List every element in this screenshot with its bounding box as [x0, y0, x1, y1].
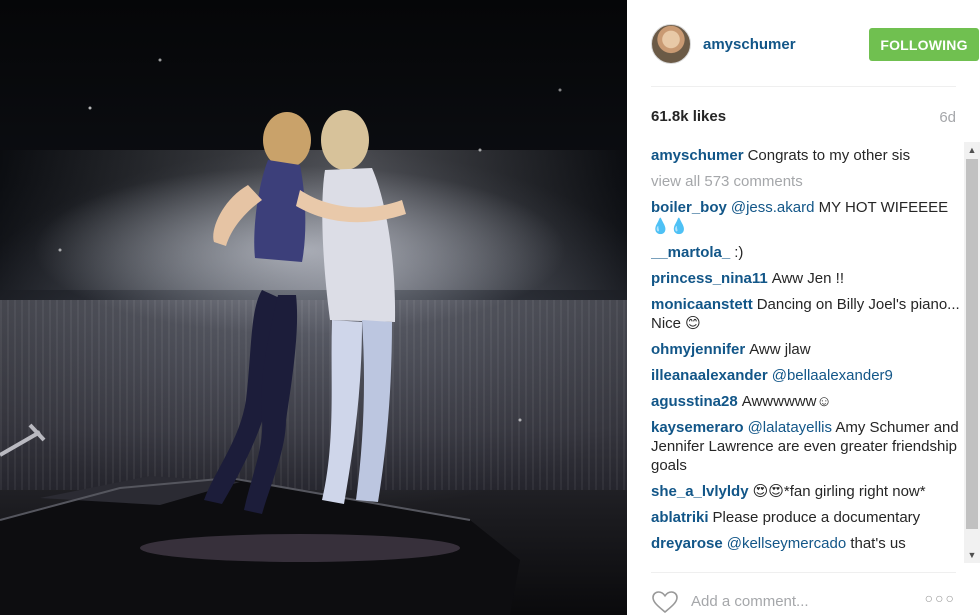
comment-item: ohmyjennifer Aww jlaw	[651, 340, 963, 359]
caption-text: Congrats to my other sis	[747, 147, 911, 164]
person-left-vest	[254, 160, 306, 262]
comment-text: Aww Jen !!	[771, 270, 844, 287]
comments-scrollbar[interactable]: ▲ ▼	[964, 142, 980, 563]
comment-mention[interactable]: @lalatayellis	[748, 419, 832, 436]
view-all-comments-link[interactable]: view all 573 comments	[651, 172, 963, 191]
post-photo[interactable]	[0, 0, 627, 615]
add-comment-input[interactable]	[691, 590, 911, 612]
comment-author[interactable]: ohmyjennifer	[651, 341, 745, 358]
comment-author[interactable]: monicaanstett	[651, 296, 753, 313]
comment-item: princess_nina11 Aww Jen !!	[651, 269, 963, 288]
microphone-stand	[0, 423, 46, 457]
person-right-hair	[321, 110, 369, 170]
scrollbar-thumb[interactable]	[966, 159, 978, 529]
comment-author[interactable]: she_a_lvlyldy	[651, 483, 749, 500]
comment-item: dreyarose @kellseymercado that's us	[651, 534, 963, 553]
comment-author[interactable]: dreyarose	[651, 535, 723, 552]
photo-figures	[0, 58, 562, 615]
comment-item: ablatriki Please produce a documentary	[651, 508, 963, 527]
comment-item: she_a_lvlyldy 😍😍*fan girling right now*	[651, 482, 963, 501]
comment-text: Awwwwww☺	[741, 393, 832, 410]
heart-icon[interactable]	[651, 590, 679, 614]
comment-mention[interactable]: @jess.akard	[731, 199, 815, 216]
post-header: amyschumer FOLLOWING	[651, 22, 979, 70]
piano-reflection	[140, 534, 460, 562]
comment-author[interactable]: kaysemeraro	[651, 419, 744, 436]
person-right-leg-back	[322, 320, 362, 504]
person-left-hair	[263, 112, 311, 168]
header-divider	[651, 86, 956, 87]
comment-text: that's us	[850, 535, 906, 552]
footer-divider	[651, 572, 956, 573]
comment-author[interactable]: agusstina28	[651, 393, 738, 410]
caption: amyschumer Congrats to my other sis	[651, 146, 963, 165]
comment-text: 😍😍*fan girling right now*	[752, 483, 926, 500]
following-button[interactable]: FOLLOWING	[869, 28, 979, 61]
comment-text: :)	[734, 244, 744, 261]
comment-item: illeanaalexander @bellaalexander9	[651, 366, 963, 385]
comment-item: agusstina28 Awwwwww☺	[651, 392, 963, 411]
likes-count[interactable]: 61.8k likes	[651, 108, 726, 125]
username-link[interactable]: amyschumer	[703, 36, 796, 53]
caption-author[interactable]: amyschumer	[651, 147, 744, 164]
comments-list: amyschumer Congrats to my other sis view …	[651, 146, 963, 564]
comment-item: __martola_:)	[651, 243, 963, 262]
comment-item: boiler_boy @jess.akard MY HOT WIFEEEE 💧💧	[651, 198, 963, 236]
scroll-up-arrow-icon[interactable]: ▲	[964, 142, 980, 158]
comment-text: Aww jlaw	[749, 341, 811, 358]
more-options-icon[interactable]: ○○○	[925, 590, 956, 606]
comment-author[interactable]: illeanaalexander	[651, 367, 768, 384]
comment-author[interactable]: boiler_boy	[651, 199, 727, 216]
avatar[interactable]	[651, 24, 691, 64]
person-right-top	[322, 168, 396, 322]
comment-mention[interactable]: @bellaalexander9	[772, 367, 893, 384]
post-side-panel: amyschumer FOLLOWING 61.8k likes 6d amys…	[627, 0, 980, 615]
scroll-down-arrow-icon[interactable]: ▼	[964, 547, 980, 563]
post-age[interactable]: 6d	[939, 109, 956, 126]
comment-item: kaysemeraro @lalatayellis Amy Schumer and…	[651, 418, 963, 475]
comment-item: monicaanstett Dancing on Billy Joel's pia…	[651, 295, 963, 333]
comment-text: Please produce a documentary	[712, 509, 921, 526]
comment-mention[interactable]: @kellseymercado	[727, 535, 846, 552]
comment-author[interactable]: princess_nina11	[651, 270, 768, 287]
comment-author[interactable]: ablatriki	[651, 509, 709, 526]
comment-author[interactable]: __martola_	[651, 244, 730, 261]
add-comment-row: ○○○	[651, 586, 956, 615]
